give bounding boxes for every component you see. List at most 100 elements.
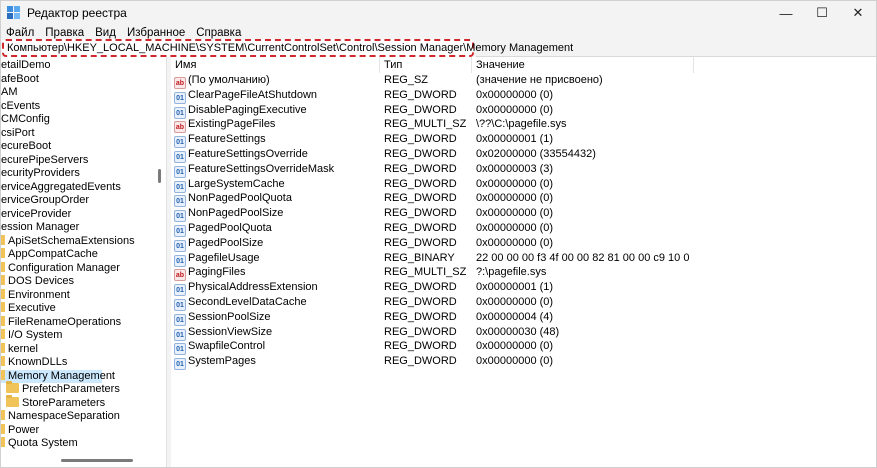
tree-item[interactable]: Memory Management [1,369,115,383]
table-row[interactable]: 01 LargeSystemCache REG_DWORD 0x00000000 (0… [171,177,876,193]
tree-item[interactable]: AppCompatCache [1,248,151,262]
table-row[interactable]: 01 SwapfileControl REG_DWORD 0x00000000 (0) [171,339,876,356]
tree-vertical-scrollbar[interactable] [158,169,161,183]
table-row[interactable]: 01 PagedPoolSize REG_DWORD 0x00000000 (0) [171,236,876,252]
menu-help[interactable]: Справка [196,27,241,39]
table-row[interactable]: 01 NonPagedPoolSize REG_DWORD 0x00000000 (0… [171,206,876,223]
value-data-cell: 0x00000000 (0) [476,340,554,353]
title-bar[interactable]: Редактор реестра — ☐ ✕ [1,1,876,25]
value-name-cell: ab ExistingPageFiles [174,117,381,134]
tree-item-label: Memory Management [8,369,115,382]
table-row[interactable]: 01 PhysicalAddressExtension REG_DWORD 0x000… [171,280,876,297]
tree-item[interactable]: DOS Devices [1,275,151,289]
table-row[interactable]: 01 SessionViewSize REG_DWORD 0x00000030 (48… [171,325,876,341]
menu-view[interactable]: Вид [95,27,116,39]
value-type-cell: REG_DWORD [384,296,457,308]
value-name-cell: 01 PagedPoolQuota [174,221,381,237]
tree-item-label: erviceProvider [1,207,72,220]
value-type-cell: REG_DWORD [384,148,457,160]
column-header-name[interactable]: Имя [171,57,196,73]
tree-item[interactable]: StoreParameters [6,394,156,411]
tree-item[interactable]: AM [1,86,151,100]
table-row[interactable]: 01 SystemPages REG_DWORD 0x00000000 (0) [171,354,876,371]
tree-item[interactable]: Executive [1,302,151,316]
column-divider[interactable] [693,57,694,73]
tree-item[interactable]: erviceGroupOrder [1,194,151,208]
value-data-cell: 0x00000000 (0) [476,103,554,116]
tree-item[interactable]: ecurityProviders [1,167,151,181]
table-row[interactable]: 01 PagedPoolQuota REG_DWORD 0x00000000 (0) [171,221,876,237]
tree-item[interactable]: etailDemo [1,59,151,73]
value-name: (По умолчанию) [188,74,270,86]
tree-item[interactable]: CMConfig [1,113,151,127]
menu-file[interactable]: Файл [6,27,34,39]
tree-item[interactable]: ecurePipeServers [1,154,151,168]
value-data-cell: \??\C:\pagefile.sys [476,118,567,131]
tree-item[interactable]: Quota System [1,437,151,451]
menu-edit[interactable]: Правка [45,27,84,39]
value-data-cell: 0x00000000 (0) [476,177,554,190]
value-name: PagefileUsage [188,251,260,264]
value-data-cell: 0x00000000 (0) [476,296,554,308]
tree-item-label: etailDemo [1,59,51,71]
tree-item-label: cEvents [1,99,41,112]
folder-icon [1,288,5,299]
tree-item[interactable]: Power [1,423,151,438]
key-tree-panel[interactable]: etailDemo afeBoot AM cEvents CMConfig csiPort… [1,57,167,467]
value-type-cell: REG_MULTI_SZ [384,266,467,279]
tree-item[interactable]: FileRenameOperations [1,315,151,330]
value-name-cell: 01 ClearPageFileAtShutdown [174,88,381,104]
value-name: FeatureSettingsOverride [188,148,308,160]
value-name: SessionPoolSize [188,310,271,323]
value-data-cell: ?:\pagefile.sys [476,266,547,279]
tree-item[interactable]: Environment [1,288,151,303]
tree-item[interactable]: NamespaceSeparation [1,410,151,424]
tree-item[interactable]: ecureBoot [1,140,151,154]
tree-item[interactable]: ession Manager [1,221,151,235]
tree-item[interactable]: ApiSetSchemaExtensions [1,234,151,249]
table-row[interactable]: 01 PagefileUsage REG_BINARY 22 00 00 00 f3 … [171,251,876,267]
address-bar[interactable]: Компьютер\HKEY_LOCAL_MACHINE\SYSTEM\Curr… [2,39,573,57]
table-row[interactable]: ab ExistingPageFiles REG_MULTI_SZ \??\C:\pa… [171,117,876,134]
column-header-data[interactable]: Значение [472,57,525,73]
value-name-cell: ab PagingFiles [174,265,381,282]
table-row[interactable]: 01 SecondLevelDataCache REG_DWORD 0x0000000… [171,295,876,311]
value-data-cell: 0x00000000 (0) [476,222,554,234]
tree-item[interactable]: afeBoot [1,73,151,87]
tree-item[interactable]: cEvents [1,100,151,114]
column-header-type[interactable]: Тип [380,57,402,73]
maximize-button[interactable]: ☐ [803,1,841,25]
table-row[interactable]: 01 SessionPoolSize REG_DWORD 0x00000004 (4) [171,310,876,326]
values-panel[interactable]: Имя Тип Значение ab (По умолчанию) REG_SZ (… [171,57,876,467]
value-data-cell: 0x00000001 (1) [476,133,554,146]
value-name: NonPagedPoolQuota [188,192,292,205]
minimize-button[interactable]: — [767,1,805,25]
table-row[interactable]: ab (По умолчанию) REG_SZ (значение не присв… [171,73,876,89]
table-row[interactable]: 01 FeatureSettingsOverrideMask REG_DWORD 0x… [171,162,876,178]
value-type-cell: REG_DWORD [384,177,457,190]
table-row[interactable]: 01 FeatureSettingsOverride REG_DWORD 0x0200… [171,147,876,163]
table-row[interactable]: 01 FeatureSettings REG_DWORD 0x00000001 (1) [171,132,876,149]
table-row[interactable]: 01 NonPagedPoolQuota REG_DWORD 0x00000000 (… [171,191,876,208]
tree-item[interactable]: kernel [1,342,151,357]
tree-item[interactable]: csiPort [1,127,151,141]
value-name: SecondLevelDataCache [188,296,307,308]
close-button[interactable]: ✕ [839,1,876,25]
tree-item-label: PrefetchParameters [22,383,120,395]
tree-item[interactable]: I/O System [1,329,151,343]
tree-item-label: CMConfig [1,113,50,125]
tree-item[interactable]: KnownDLLs [1,356,151,370]
tree-item[interactable]: erviceAggregatedEvents [1,181,151,195]
table-row[interactable]: ab PagingFiles REG_MULTI_SZ ?:\pagefile.sys [171,265,876,282]
tree-horizontal-scrollbar[interactable] [61,459,133,462]
tree-item[interactable]: erviceProvider [1,208,151,222]
table-row[interactable]: 01 ClearPageFileAtShutdown REG_DWORD 0x0000… [171,88,876,104]
menu-favorites[interactable]: Избранное [127,27,185,39]
tree-item[interactable]: PrefetchParameters [6,381,156,397]
folder-icon [1,356,5,366]
address-path[interactable]: Компьютер\HKEY_LOCAL_MACHINE\SYSTEM\Curr… [7,42,573,54]
value-name: FeatureSettings [188,133,266,146]
tree-item[interactable]: Configuration Manager [1,261,151,276]
table-row[interactable]: 01 DisablePagingExecutive REG_DWORD 0x00000… [171,103,876,119]
tree-item-label: Power [8,423,40,436]
